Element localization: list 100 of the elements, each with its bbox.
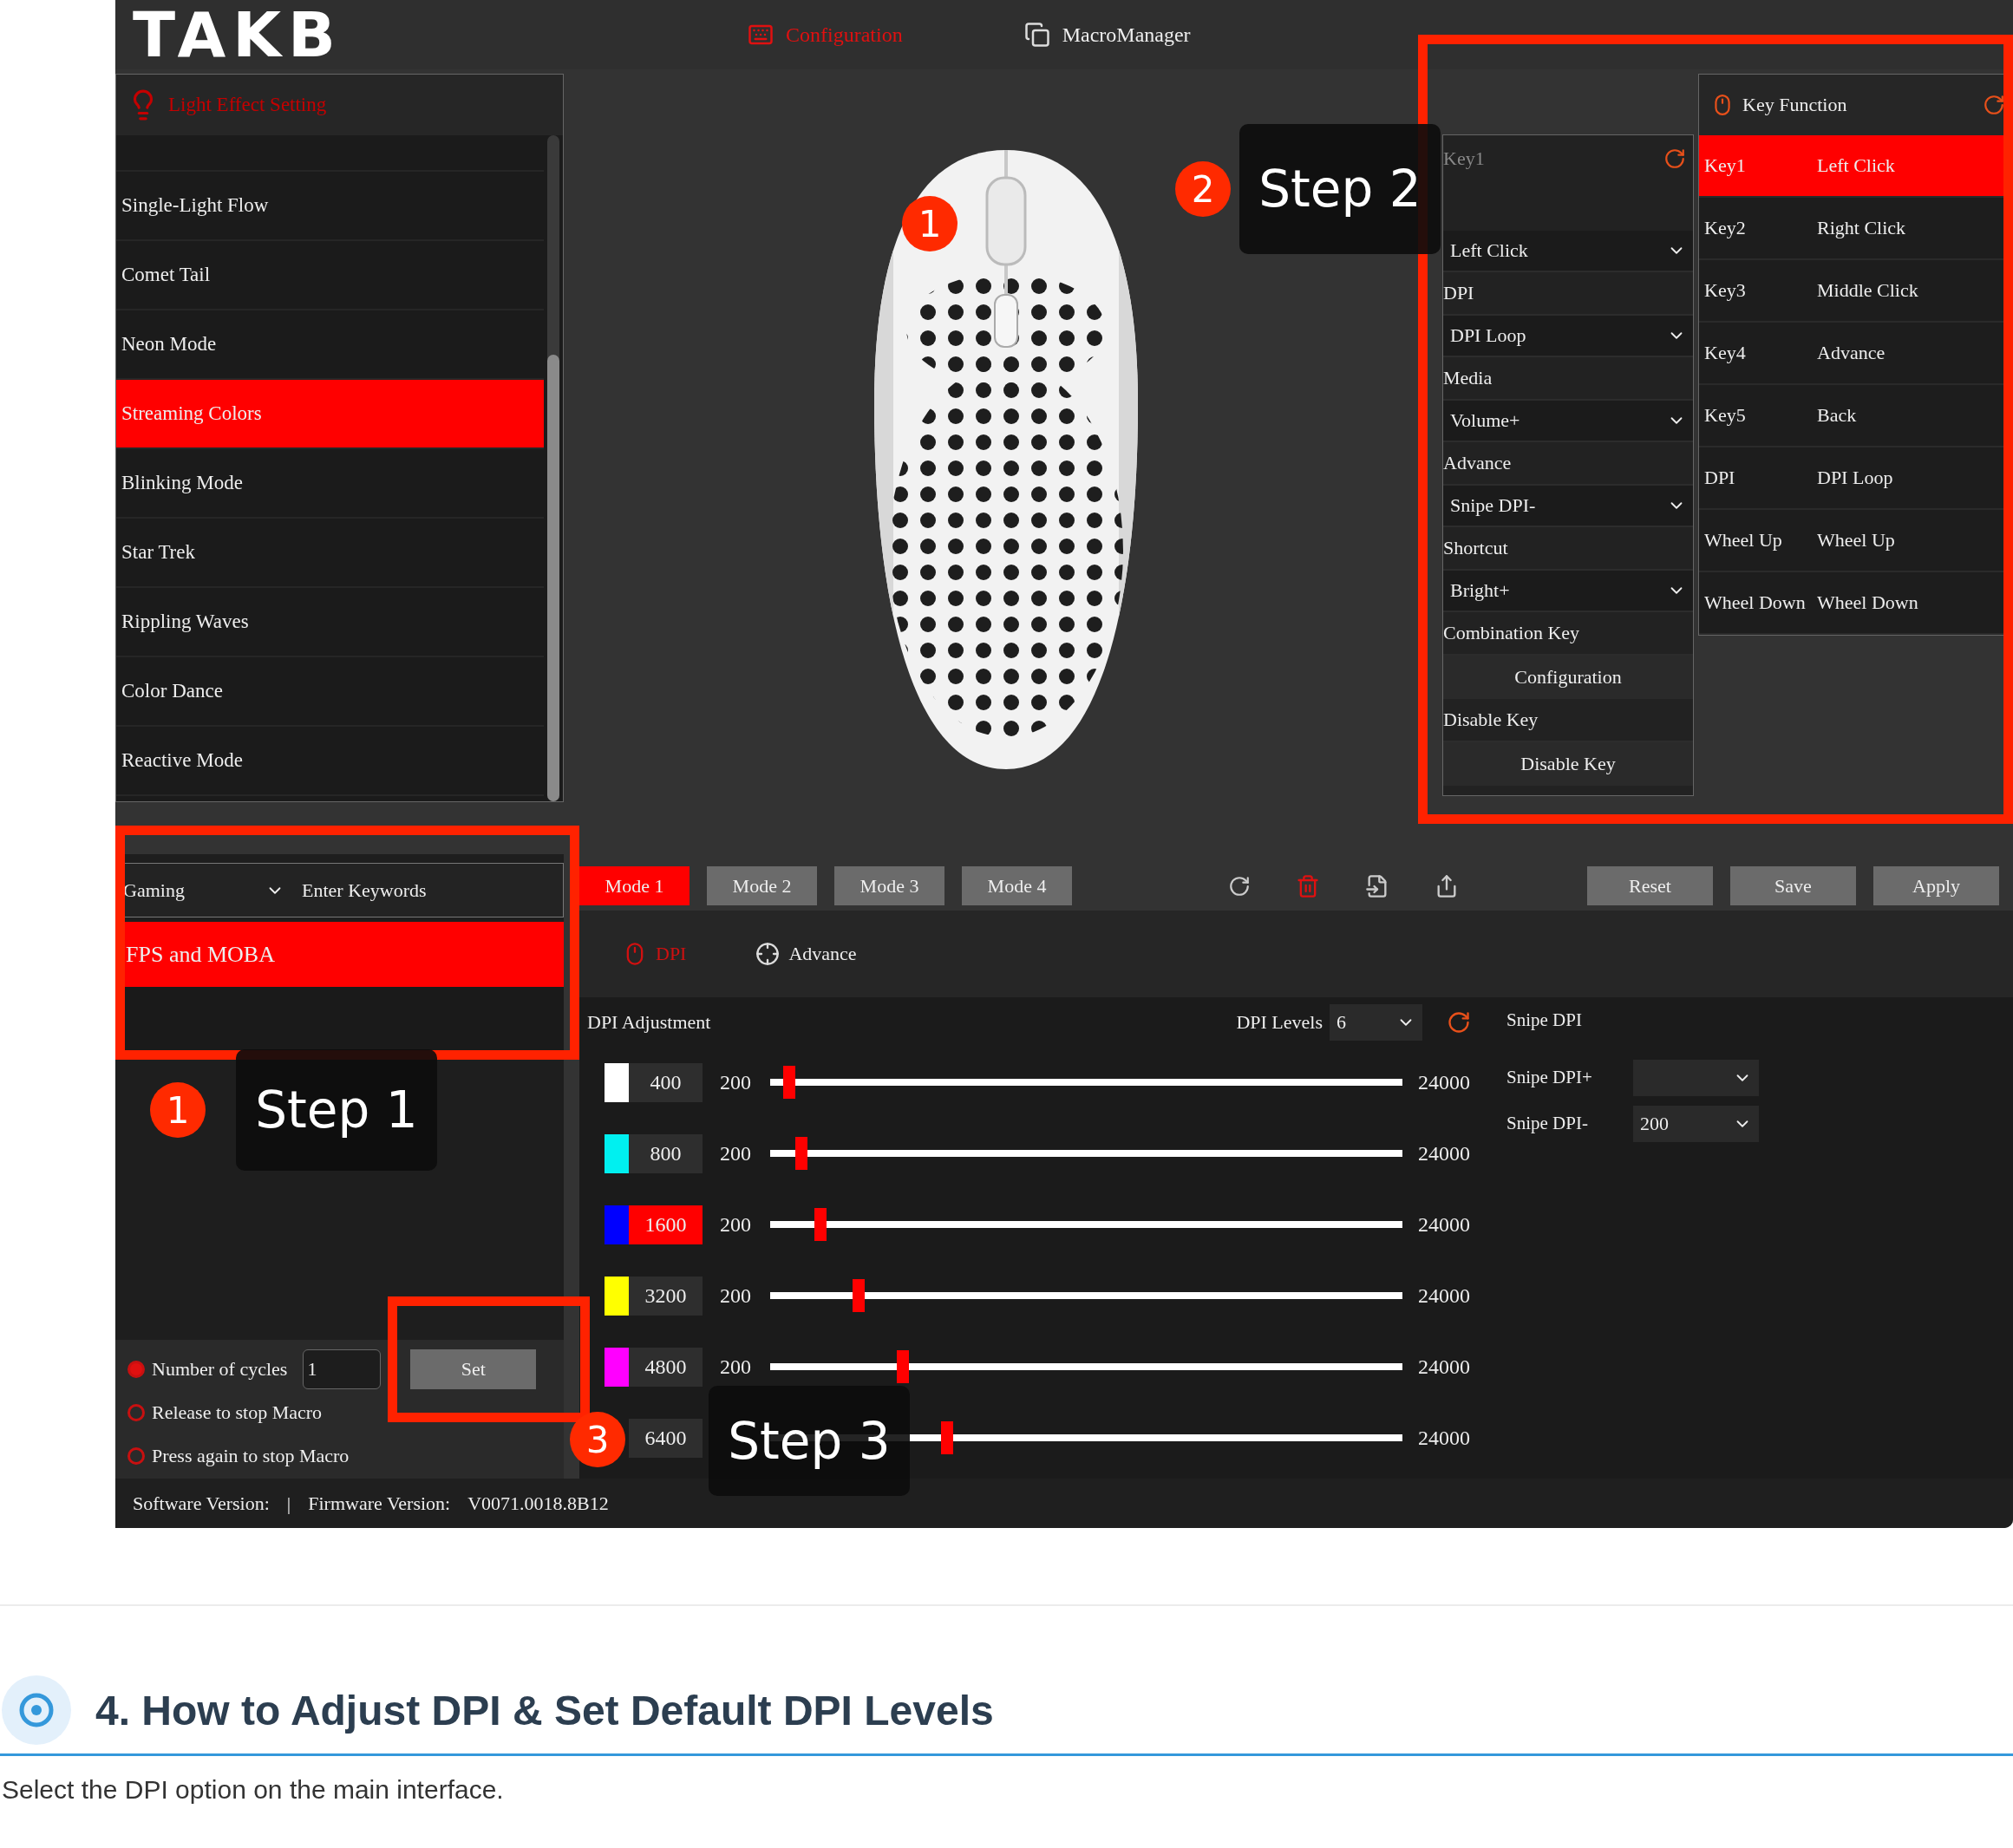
sync-icon[interactable] bbox=[1228, 874, 1251, 898]
dpi-slider[interactable] bbox=[770, 1066, 1402, 1099]
field-label: DPI Levels bbox=[1236, 1010, 1323, 1034]
function-select[interactable]: Left Click bbox=[1443, 231, 1693, 272]
panel-title: Key Function bbox=[1742, 94, 1847, 116]
color-swatch[interactable] bbox=[605, 1062, 629, 1102]
refresh-icon[interactable] bbox=[1447, 1009, 1471, 1035]
slider-thumb[interactable] bbox=[940, 1421, 953, 1454]
config-button[interactable]: Disable Key bbox=[1443, 742, 1693, 786]
logo: TAKB bbox=[133, 3, 343, 66]
cycles-field[interactable]: 1 bbox=[303, 1349, 382, 1389]
dpi-value[interactable]: 3200 bbox=[629, 1276, 703, 1316]
config-button[interactable]: Configuration bbox=[1443, 656, 1693, 699]
color-swatch[interactable] bbox=[605, 1205, 629, 1244]
radio-button[interactable] bbox=[127, 1361, 145, 1378]
delete-icon[interactable] bbox=[1296, 873, 1320, 898]
status-text: V0071.0018.8B12 bbox=[467, 1492, 609, 1515]
step-label: Step 1 bbox=[236, 1049, 437, 1171]
snipe-select[interactable]: 200 bbox=[1633, 1105, 1759, 1142]
set-button[interactable]: Set bbox=[410, 1349, 537, 1389]
min-label: 200 bbox=[720, 1355, 752, 1379]
tab-label: DPI bbox=[656, 943, 687, 965]
copy-icon bbox=[1023, 22, 1050, 48]
search-field[interactable]: Enter Keywords bbox=[300, 868, 563, 912]
dpi-slider[interactable] bbox=[770, 1279, 1402, 1312]
option-label: Press again to stop Macro bbox=[152, 1445, 350, 1467]
paragraph: Select the DPI option on the main interface. bbox=[2, 1775, 505, 1805]
group-label: DPI bbox=[1443, 282, 1474, 304]
refresh-icon[interactable] bbox=[1663, 147, 1686, 170]
slider-thumb[interactable] bbox=[814, 1208, 827, 1241]
key-title: Key1 bbox=[1443, 147, 1485, 170]
step-badge: 2 bbox=[1175, 161, 1231, 217]
key-function: Advance bbox=[1817, 342, 1886, 364]
action-button[interactable]: Apply bbox=[1873, 866, 1999, 905]
dpi-value[interactable]: 400 bbox=[629, 1062, 703, 1102]
function-select[interactable]: Volume+ bbox=[1443, 401, 1693, 442]
key-name: Key1 bbox=[1704, 154, 1747, 177]
max-label: 24000 bbox=[1418, 1141, 1470, 1166]
category-select[interactable]: Gaming bbox=[116, 878, 290, 902]
levels-select[interactable]: 6 bbox=[1330, 1003, 1422, 1041]
dpi-value[interactable]: 6400 bbox=[629, 1418, 703, 1458]
nav-label: MacroManager bbox=[1062, 23, 1191, 47]
refresh-icon[interactable] bbox=[1983, 94, 2005, 116]
nav-label: Configuration bbox=[786, 23, 903, 47]
key-name: Key2 bbox=[1704, 217, 1747, 239]
mode-tab[interactable]: Mode 3 bbox=[834, 866, 944, 905]
mode-tab[interactable]: Mode 2 bbox=[707, 866, 817, 905]
color-swatch[interactable] bbox=[605, 1133, 629, 1173]
key-function: DPI Loop bbox=[1817, 467, 1894, 489]
min-label: 200 bbox=[720, 1212, 752, 1237]
group-label: Disable Key bbox=[1443, 709, 1539, 731]
dpi-value[interactable]: 800 bbox=[629, 1133, 703, 1173]
key-function: Left Click bbox=[1817, 154, 1896, 177]
step-label: Step 3 bbox=[709, 1386, 910, 1496]
key-function: Wheel Down bbox=[1817, 591, 1919, 614]
max-label: 24000 bbox=[1418, 1355, 1470, 1379]
group-label: Advance bbox=[1443, 452, 1512, 474]
sub-tab[interactable]: Advance bbox=[755, 942, 857, 966]
function-select[interactable]: DPI Loop bbox=[1443, 316, 1693, 357]
group-label: Media bbox=[1443, 367, 1493, 389]
section-heading: 4. How to Adjust DPI & Set Default DPI Levels bbox=[95, 1686, 994, 1734]
slider-thumb[interactable] bbox=[795, 1137, 808, 1170]
function-select[interactable]: Bright+ bbox=[1443, 571, 1693, 612]
action-button[interactable]: Save bbox=[1730, 866, 1856, 905]
panel-title: Light Effect Setting bbox=[168, 94, 327, 116]
max-label: 24000 bbox=[1418, 1070, 1470, 1094]
key-name: Wheel Down bbox=[1704, 591, 1807, 614]
separator: | bbox=[286, 1492, 291, 1515]
option-label: Release to stop Macro bbox=[152, 1401, 323, 1424]
option-label: Number of cycles bbox=[152, 1358, 288, 1381]
crosshair-icon bbox=[755, 942, 781, 966]
scrollbar[interactable] bbox=[547, 135, 559, 801]
radio-button[interactable] bbox=[127, 1404, 145, 1421]
key-name: Key5 bbox=[1704, 404, 1747, 427]
max-label: 24000 bbox=[1418, 1283, 1470, 1308]
slider-thumb[interactable] bbox=[852, 1279, 865, 1312]
min-label: 200 bbox=[720, 1283, 752, 1308]
mode-tab[interactable]: Mode 4 bbox=[962, 866, 1072, 905]
step-label: Step 2 bbox=[1239, 124, 1441, 254]
function-select[interactable]: Snipe DPI- bbox=[1443, 486, 1693, 527]
slider-thumb[interactable] bbox=[896, 1350, 909, 1383]
dpi-slider[interactable] bbox=[770, 1350, 1402, 1383]
key-function: Wheel Up bbox=[1817, 529, 1896, 552]
max-label: 24000 bbox=[1418, 1212, 1470, 1237]
tab-label: Advance bbox=[788, 943, 857, 965]
slider-thumb[interactable] bbox=[782, 1066, 795, 1099]
key-function: Middle Click bbox=[1817, 279, 1919, 302]
field-label: Snipe DPI+ bbox=[1506, 1067, 1593, 1088]
color-swatch[interactable] bbox=[605, 1347, 629, 1387]
dpi-slider[interactable] bbox=[770, 1208, 1402, 1241]
min-label: 200 bbox=[720, 1070, 752, 1094]
dpi-slider[interactable] bbox=[770, 1137, 1402, 1170]
nav-tab[interactable]: MacroManager bbox=[1023, 22, 1191, 48]
dpi-value[interactable]: 4800 bbox=[629, 1347, 703, 1387]
group-label: Combination Key bbox=[1443, 622, 1580, 644]
radio-button[interactable] bbox=[127, 1447, 145, 1465]
action-button[interactable]: Reset bbox=[1587, 866, 1713, 905]
target-icon bbox=[2, 1675, 71, 1745]
color-swatch[interactable] bbox=[605, 1276, 629, 1316]
status-text: Firmware Version: bbox=[308, 1492, 451, 1515]
